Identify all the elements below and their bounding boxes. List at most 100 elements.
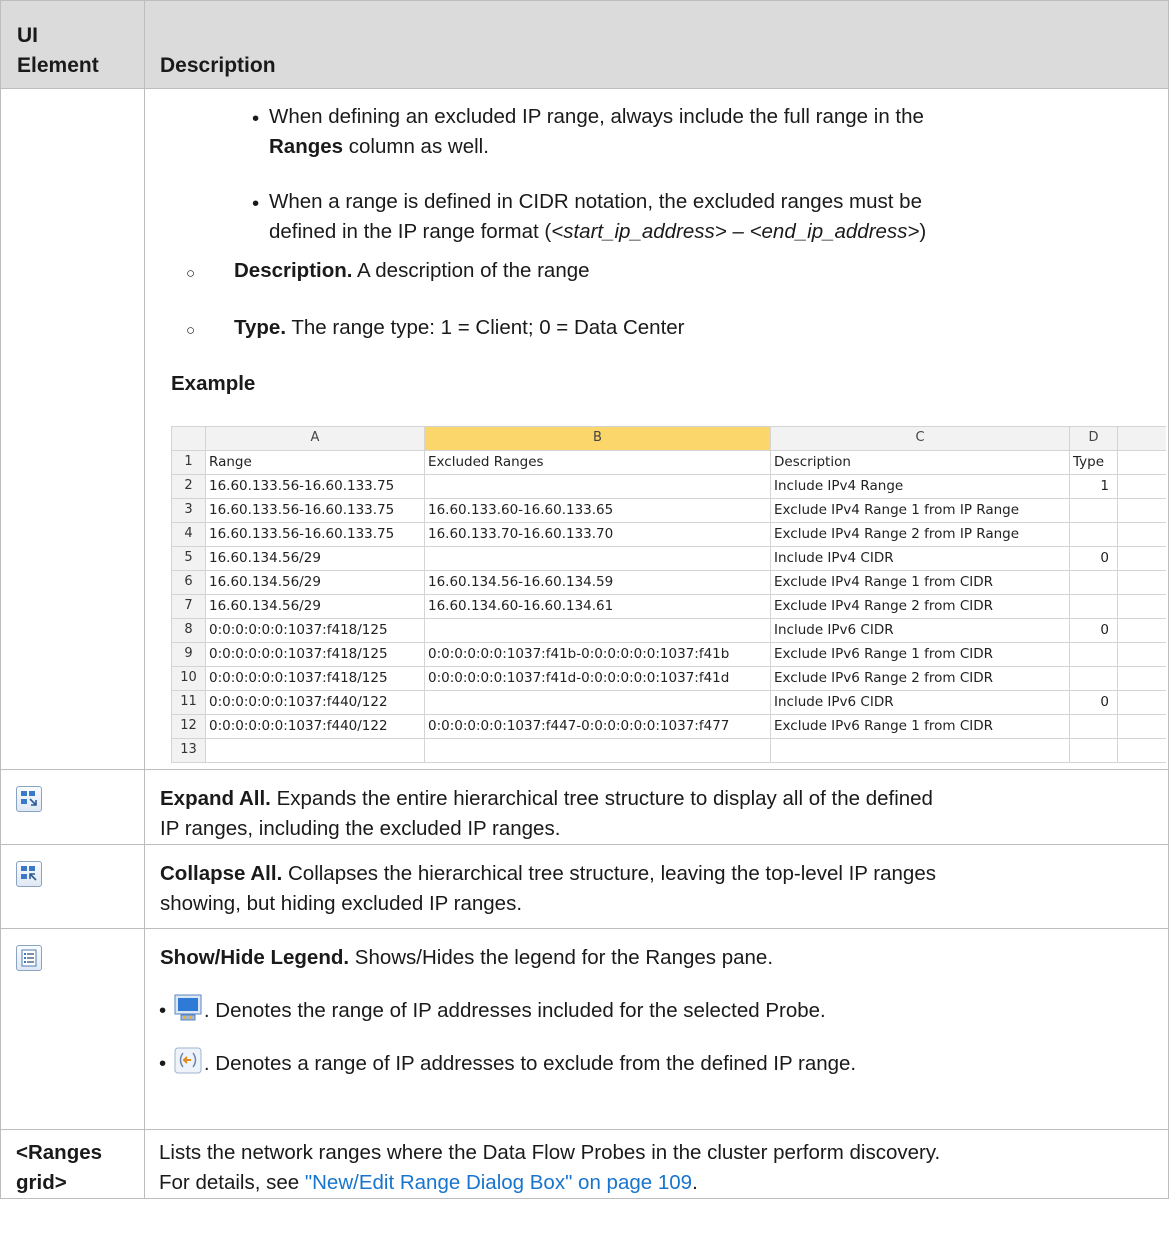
- sheet-cell-excluded: Excluded Ranges: [424, 450, 771, 475]
- sheet-row: 10 0:0:0:0:0:0:1037:f418/125 0:0:0:0:0:0:1…: [171, 666, 1166, 691]
- header-ui-line1: UI: [17, 24, 38, 47]
- ranges-grid-description: Lists the network ranges where the Data …: [144, 1129, 1169, 1199]
- sheet-cell-excluded: [424, 474, 771, 499]
- sheet-cell-description: Exclude IPv4 Range 1 from IP Range: [770, 498, 1070, 523]
- sheet-col-header: D: [1069, 426, 1118, 451]
- legend-item-included: • . Denotes the range of IP addresses in…: [145, 973, 1168, 1026]
- new-edit-range-link[interactable]: "New/Edit Range Dialog Box" on page 109: [305, 1171, 692, 1194]
- sheet-cell-empty: [1117, 474, 1166, 499]
- sheet-cell-excluded: 16.60.133.70-16.60.133.70: [424, 522, 771, 547]
- sheet-cell-type: [1069, 498, 1118, 523]
- row1-element-cell: [0, 88, 145, 770]
- sheet-cell-description: Exclude IPv6 Range 1 from CIDR: [770, 714, 1070, 739]
- sheet-cell-description: Description: [770, 450, 1070, 475]
- sheet-cell-range: Range: [205, 450, 425, 475]
- ranges-grid-label: <Ranges grid>: [16, 1141, 103, 1194]
- sheet-col-header: C: [770, 426, 1070, 451]
- header-ui-element: UI Element: [0, 0, 145, 89]
- sheet-cell-empty: [1117, 618, 1166, 643]
- sheet-row: 13: [171, 738, 1166, 763]
- sheet-cell-range: 0:0:0:0:0:0:1037:f440/122: [205, 714, 425, 739]
- show-hide-legend-icon[interactable]: [16, 945, 42, 971]
- sheet-row: 9 0:0:0:0:0:0:1037:f418/125 0:0:0:0:0:0:10…: [171, 642, 1166, 667]
- sheet-cell-type: [1069, 738, 1118, 763]
- example-heading: Example: [171, 372, 256, 395]
- sheet-row-number: 11: [171, 690, 206, 715]
- sheet-row-number: 13: [171, 738, 206, 763]
- sheet-cell-description: Include IPv4 CIDR: [770, 546, 1070, 571]
- sheet-cell-description: [770, 738, 1070, 763]
- sheet-cell-type: [1069, 570, 1118, 595]
- sheet-cell-range: 16.60.133.56-16.60.133.75: [205, 498, 425, 523]
- ui-element-table: UI Element Description • When defining a…: [0, 0, 1169, 1199]
- sheet-cell-excluded: 16.60.134.60-16.60.134.61: [424, 594, 771, 619]
- sheet-cell-range: [205, 738, 425, 763]
- sheet-row-number: 9: [171, 642, 206, 667]
- sheet-cell-empty: [1117, 570, 1166, 595]
- sheet-row-number: 10: [171, 666, 206, 691]
- sheet-cell-empty: [1117, 690, 1166, 715]
- sheet-row-number: 1: [171, 450, 206, 475]
- sheet-row: 7 16.60.134.56/29 16.60.134.60-16.60.134.6…: [171, 594, 1166, 619]
- sheet-cell-description: Exclude IPv6 Range 1 from CIDR: [770, 642, 1070, 667]
- sheet-row-number: 6: [171, 570, 206, 595]
- sheet-row-number: 5: [171, 546, 206, 571]
- sheet-cell-type: Type: [1069, 450, 1118, 475]
- sheet-row: 12 0:0:0:0:0:0:1037:f440/122 0:0:0:0:0:0:1…: [171, 714, 1166, 739]
- sheet-cell-empty: [1117, 642, 1166, 667]
- expand-all-icon[interactable]: [16, 786, 42, 812]
- sheet-cell-type: [1069, 522, 1118, 547]
- sheet-cell-type: 0: [1069, 690, 1118, 715]
- sheet-cell-description: Include IPv6 CIDR: [770, 618, 1070, 643]
- excluded-range-icon: [172, 1047, 204, 1075]
- legend-intro: Show/Hide Legend. Shows/Hides the legend…: [160, 946, 774, 969]
- sheet-cell-range: 0:0:0:0:0:0:1037:f418/125: [205, 618, 425, 643]
- sheet-cell-excluded: 0:0:0:0:0:0:1037:f41d-0:0:0:0:0:0:1037:f…: [424, 666, 771, 691]
- sheet-cell-range: 0:0:0:0:0:0:1037:f418/125: [205, 642, 425, 667]
- bullet-dot: •: [159, 999, 167, 1022]
- sheet-cell-excluded: [424, 738, 771, 763]
- sheet-col-header-selected: B: [424, 426, 771, 451]
- sheet-cell-type: 0: [1069, 546, 1118, 571]
- sheet-cell-empty: [1117, 714, 1166, 739]
- sheet-cell-description: Exclude IPv4 Range 2 from IP Range: [770, 522, 1070, 547]
- sheet-row: 8 0:0:0:0:0:0:1037:f418/125 Include IPv6 C…: [171, 618, 1166, 643]
- sheet-cell-description: Exclude IPv4 Range 2 from CIDR: [770, 594, 1070, 619]
- sheet-cell-type: 0: [1069, 618, 1118, 643]
- collapse-all-element-cell: [0, 844, 145, 929]
- sheet-cell-range: 16.60.134.56/29: [205, 546, 425, 571]
- sheet-cell-range: 16.60.134.56/29: [205, 570, 425, 595]
- sheet-cell-excluded: 0:0:0:0:0:0:1037:f447-0:0:0:0:0:0:1037:f…: [424, 714, 771, 739]
- sheet-cell-type: [1069, 666, 1118, 691]
- sheet-row: 3 16.60.133.56-16.60.133.75 16.60.133.60-1…: [171, 498, 1166, 523]
- sheet-row-number: 7: [171, 594, 206, 619]
- sheet-col-header: A: [205, 426, 425, 451]
- collapse-all-description: Collapse All. Collapses the hierarchical…: [144, 844, 1169, 929]
- sheet-column-headers: A B C D: [171, 426, 1166, 451]
- description-field-note: Description. A description of the range: [234, 259, 590, 282]
- excluded-range-note: When defining an excluded IP range, alwa…: [269, 105, 924, 158]
- sheet-row: 11 0:0:0:0:0:0:1037:f440/122 Include IPv6 …: [171, 690, 1166, 715]
- legend-description: Show/Hide Legend. Shows/Hides the legend…: [144, 928, 1169, 1130]
- sheet-cell-range: 16.60.133.56-16.60.133.75: [205, 522, 425, 547]
- sheet-cell-description: Include IPv4 Range: [770, 474, 1070, 499]
- ranges-grid-element-cell: <Ranges grid>: [0, 1129, 145, 1199]
- sheet-cell-empty: [1117, 498, 1166, 523]
- sheet-cell-type: [1069, 642, 1118, 667]
- sheet-cell-range: 0:0:0:0:0:0:1037:f418/125: [205, 666, 425, 691]
- row1-description-cell: • When defining an excluded IP range, al…: [144, 88, 1169, 770]
- sheet-row-number: 8: [171, 618, 206, 643]
- bullet-circle: ○: [186, 322, 196, 339]
- sheet-cell-excluded: [424, 546, 771, 571]
- sheet-cell-empty: [1117, 522, 1166, 547]
- sheet-row-number: 4: [171, 522, 206, 547]
- sheet-row-number: 2: [171, 474, 206, 499]
- bullet-circle: ○: [186, 265, 196, 282]
- header-description: Description: [144, 0, 1169, 89]
- sheet-corner: [171, 426, 206, 451]
- sheet-row: 4 16.60.133.56-16.60.133.75 16.60.133.70-1…: [171, 522, 1166, 547]
- sheet-cell-excluded: [424, 618, 771, 643]
- bullet-dot: •: [252, 107, 260, 130]
- collapse-all-icon[interactable]: [16, 861, 42, 887]
- sheet-row: 2 16.60.133.56-16.60.133.75 Include IPv4 R…: [171, 474, 1166, 499]
